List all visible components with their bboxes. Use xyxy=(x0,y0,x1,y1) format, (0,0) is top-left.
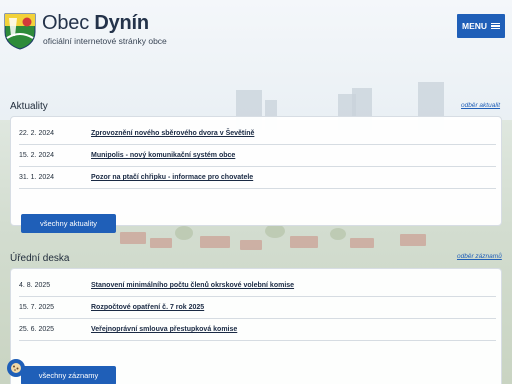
cookie-icon xyxy=(11,363,21,373)
board-row[interactable]: 25. 6. 2025 Veřejnoprávní smlouva přestu… xyxy=(19,319,496,341)
news-panel: 22. 2. 2024 Zprovoznění nového sběrového… xyxy=(10,116,502,233)
board-title-link[interactable]: Stanovení minimálního počtu členů okrsko… xyxy=(91,282,294,289)
board-row[interactable]: 4. 8. 2025 Stanovení minimálního počtu č… xyxy=(19,275,496,297)
site-header: Obec Dynín oficiální internetové stránky… xyxy=(0,0,512,62)
news-heading: Aktuality xyxy=(10,101,48,112)
site-title-light: Obec xyxy=(42,12,90,34)
news-title-link[interactable]: Zprovoznění nového sběrového dvora v Šev… xyxy=(91,130,254,137)
board-title-link[interactable]: Veřejnoprávní smlouva přestupková komise xyxy=(91,326,237,333)
news-date: 31. 1. 2024 xyxy=(19,174,55,181)
news-row[interactable]: 22. 2. 2024 Zprovoznění nového sběrového… xyxy=(19,123,496,145)
hamburger-icon xyxy=(491,22,501,30)
board-title-link[interactable]: Rozpočtové opatření č. 7 rok 2025 xyxy=(91,304,204,311)
board-panel: 4. 8. 2025 Stanovení minimálního počtu č… xyxy=(10,268,502,384)
board-heading: Úřední deska xyxy=(10,253,70,264)
news-subscribe-link[interactable]: odběr aktualit xyxy=(461,102,500,109)
board-date: 4. 8. 2025 xyxy=(19,282,51,289)
board-date: 15. 7. 2025 xyxy=(19,304,55,311)
menu-button[interactable]: MENU xyxy=(457,14,505,38)
all-records-button[interactable]: všechny záznamy xyxy=(21,366,116,384)
site-title[interactable]: Obec Dynín xyxy=(42,12,149,35)
news-date: 22. 2. 2024 xyxy=(19,130,55,137)
cookie-settings-button[interactable] xyxy=(7,359,25,377)
coat-of-arms-icon[interactable] xyxy=(3,12,37,50)
news-row[interactable]: 15. 2. 2024 Munipolis - nový komunikační… xyxy=(19,145,496,167)
news-date: 15. 2. 2024 xyxy=(19,152,55,159)
board-subscribe-link[interactable]: odběr záznamů xyxy=(457,253,502,260)
site-title-bold: Dynín xyxy=(94,12,149,34)
news-title-link[interactable]: Pozor na ptačí chřipku - informace pro c… xyxy=(91,174,253,181)
board-date: 25. 6. 2025 xyxy=(19,326,55,333)
all-news-button[interactable]: všechny aktuality xyxy=(21,214,116,233)
board-row[interactable]: 15. 7. 2025 Rozpočtové opatření č. 7 rok… xyxy=(19,297,496,319)
news-row[interactable]: 31. 1. 2024 Pozor na ptačí chřipku - inf… xyxy=(19,167,496,189)
menu-button-label: MENU xyxy=(461,21,488,31)
site-subtitle: oficiální internetové stránky obce xyxy=(43,36,167,46)
news-title-link[interactable]: Munipolis - nový komunikační systém obce xyxy=(91,152,235,159)
